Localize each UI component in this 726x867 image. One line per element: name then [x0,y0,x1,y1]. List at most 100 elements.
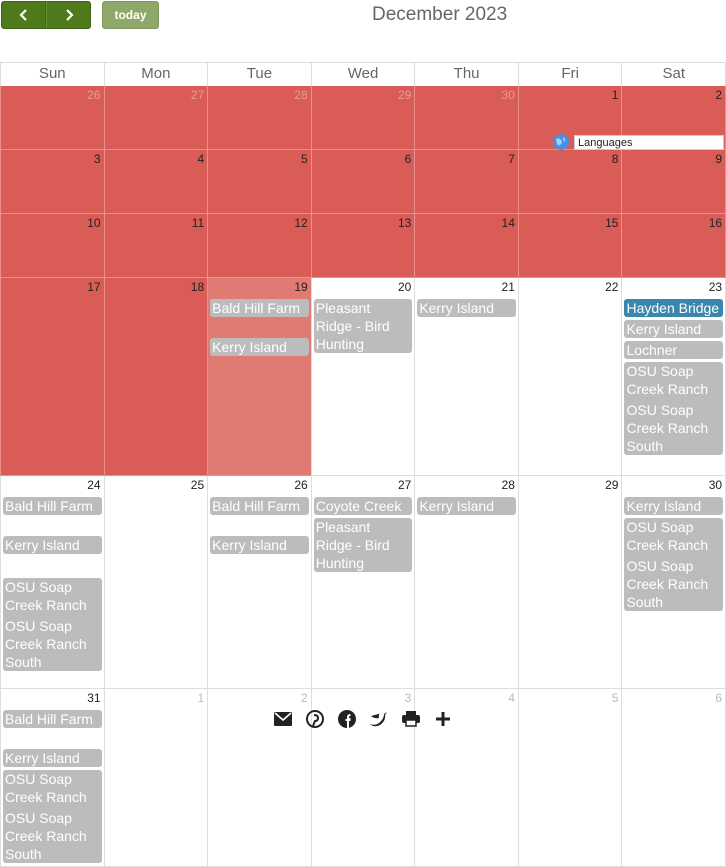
day-cell[interactable]: 26 Bald Hill Farm Kerry Island [207,476,311,689]
day-number[interactable]: 11 [192,216,204,230]
day-number[interactable]: 7 [508,152,515,166]
day-cell[interactable]: 6 [621,689,726,867]
calendar-event[interactable]: OSU Soap Creek Ranch South [624,401,724,455]
calendar-event[interactable]: Kerry Island [624,320,724,338]
day-cell[interactable]: 24 Bald Hill Farm Kerry Island OSU Soap Cre… [0,476,104,689]
day-cell[interactable]: 29 [310,86,415,150]
calendar-event[interactable]: Bald Hill Farm [3,710,102,728]
day-number[interactable]: 6 [715,691,722,705]
day-cell[interactable]: 6 [310,150,415,214]
day-number[interactable]: 3 [405,691,412,705]
day-cell[interactable]: 12 [207,214,311,278]
calendar-event[interactable]: Kerry Island [417,497,516,515]
calendar-event[interactable]: Kerry Island [3,749,102,767]
language-selector[interactable]: Languages [552,133,724,151]
calendar-event[interactable]: Kerry Island [624,497,724,515]
print-icon[interactable] [400,708,422,730]
day-number[interactable]: 30 [709,478,722,492]
day-number[interactable]: 9 [715,152,722,166]
language-dropdown[interactable]: Languages [574,134,724,150]
day-number[interactable]: 5 [301,152,308,166]
day-cell[interactable]: 14 [414,214,518,278]
day-number[interactable]: 8 [612,152,619,166]
day-cell[interactable]: 21 Kerry Island [414,278,518,476]
day-cell[interactable]: 31 Bald Hill Farm Kerry Island OSU Soap Cre… [0,689,104,867]
day-cell[interactable]: 30 [414,86,518,150]
pinterest-icon[interactable] [304,708,326,730]
day-cell[interactable]: 15 [517,214,622,278]
day-cell[interactable]: 19 Bald Hill Farm Kerry Island [207,278,311,476]
day-cell[interactable]: 8 [517,150,622,214]
day-number[interactable]: 6 [405,152,412,166]
day-cell[interactable]: 4 [103,150,208,214]
day-number[interactable]: 18 [191,280,204,294]
day-number[interactable]: 27 [398,478,411,492]
day-number[interactable]: 20 [398,280,411,294]
day-cell[interactable]: 16 [621,214,726,278]
day-number[interactable]: 28 [502,478,515,492]
twitter-icon[interactable] [368,708,390,730]
day-cell[interactable]: 10 [0,214,104,278]
day-number[interactable]: 1 [612,88,619,102]
day-cell[interactable]: 9 [621,150,726,214]
day-cell[interactable]: 25 [103,476,208,689]
day-number[interactable]: 28 [294,88,307,102]
day-number[interactable]: 1 [197,691,204,705]
day-cell[interactable]: 11 [103,214,208,278]
next-month-button[interactable] [46,1,91,29]
calendar-event[interactable]: OSU Soap Creek Ranch South [3,809,102,863]
day-cell[interactable]: 18 [103,278,208,476]
day-number[interactable]: 22 [605,280,618,294]
day-number[interactable]: 26 [294,478,307,492]
calendar-event[interactable]: Lochner [624,341,724,359]
day-number[interactable]: 4 [508,691,515,705]
calendar-event[interactable]: Bald Hill Farm [210,299,309,317]
day-cell[interactable]: 22 [517,278,622,476]
email-icon[interactable] [272,708,294,730]
day-cell[interactable]: 1 [103,689,208,867]
day-cell[interactable]: 20 Pleasant Ridge - Bird Hunting [310,278,415,476]
day-number[interactable]: 2 [301,691,308,705]
day-cell[interactable]: 17 [0,278,104,476]
day-number[interactable]: 24 [87,478,100,492]
calendar-event[interactable]: Hayden Bridge [624,299,724,317]
day-number[interactable]: 27 [191,88,204,102]
day-cell[interactable]: 29 [517,476,622,689]
calendar-event[interactable]: OSU Soap Creek Ranch South [3,617,102,671]
day-cell[interactable]: 13 [310,214,415,278]
calendar-event[interactable]: OSU Soap Creek Ranch South [624,557,724,611]
day-cell[interactable]: 27 Coyote Creek Pleasant Ridge - Bird Hunt… [310,476,415,689]
calendar-event[interactable]: Pleasant Ridge - Bird Hunting [313,518,413,572]
today-button[interactable]: today [102,1,159,29]
day-number[interactable]: 26 [87,88,100,102]
day-cell[interactable]: 30Kerry IslandOSU Soap Creek Ranch North… [621,476,726,689]
calendar-event[interactable]: Kerry Island [210,536,309,554]
facebook-icon[interactable] [336,708,358,730]
day-cell[interactable]: 5 [517,689,622,867]
day-number[interactable]: 14 [502,216,515,230]
day-cell[interactable]: 7 [414,150,518,214]
day-cell[interactable]: 28 Kerry Island [414,476,518,689]
day-number[interactable]: 29 [605,478,618,492]
day-number[interactable]: 3 [94,152,101,166]
calendar-event[interactable]: Kerry Island [417,299,516,317]
calendar-event[interactable]: Pleasant Ridge - Bird Hunting [313,299,413,353]
day-number[interactable]: 17 [87,280,100,294]
day-cell[interactable]: 26 [0,86,104,150]
day-number[interactable]: 23 [709,280,722,294]
day-number[interactable]: 2 [715,88,722,102]
day-cell[interactable]: 5 [207,150,311,214]
day-cell[interactable]: 23 Hayden Bridge Kerry Island Lochner OSU So… [621,278,726,476]
day-cell[interactable]: 27 [103,86,208,150]
day-number[interactable]: 21 [502,280,515,294]
day-number[interactable]: 15 [605,216,618,230]
calendar-event[interactable]: Bald Hill Farm [3,497,102,515]
calendar-event[interactable]: Coyote Creek [313,497,413,515]
day-number[interactable]: 4 [197,152,204,166]
day-cell[interactable]: 28 [207,86,311,150]
day-number[interactable]: 19 [294,280,307,294]
day-number[interactable]: 13 [398,216,411,230]
calendar-event[interactable]: Kerry Island [210,338,309,356]
day-number[interactable]: 12 [294,216,307,230]
day-number[interactable]: 30 [502,88,515,102]
